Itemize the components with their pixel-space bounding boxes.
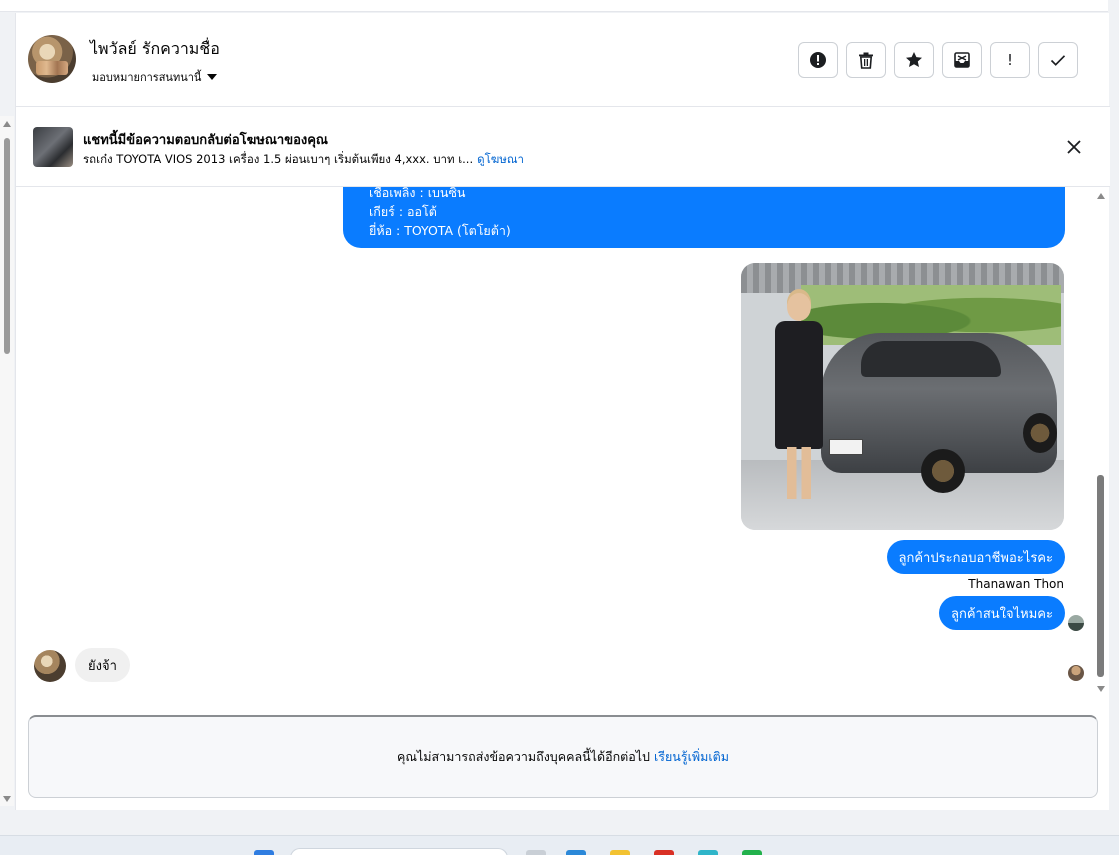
info-line-brand: ยี่ห้อ : TOYOTA (โตโยต้า) [369,223,511,238]
scroll-up-arrow-icon[interactable] [1097,193,1105,199]
outgoing-message-bubble[interactable]: ลูกค้าสนใจไหมคะ [939,596,1065,630]
taskview-icon[interactable] [526,850,546,855]
app-icon[interactable] [566,850,586,855]
view-ad-link[interactable]: ดูโฆษณา [477,152,524,166]
app-icon[interactable] [698,850,718,855]
exclamation-icon: ! [1006,51,1013,69]
caret-down-icon [207,74,218,80]
assign-conversation-label: มอบหมายการสนทนานี้ [92,71,202,84]
left-scrollbar[interactable] [0,116,14,806]
close-icon[interactable] [1064,137,1084,157]
app-icon[interactable] [654,850,674,855]
outgoing-message-bubble[interactable]: ลูกค้าประกอบอาชีพอะไรคะ [886,540,1065,574]
alert-circle-icon [810,52,826,68]
start-icon[interactable] [254,850,274,855]
car-photo-message[interactable] [741,263,1064,530]
window-top-edge [0,0,1108,12]
os-taskbar [0,835,1119,855]
contact-message-avatar[interactable] [34,650,66,682]
taskbar-search[interactable] [290,848,508,855]
delete-button[interactable] [846,42,886,78]
read-receipt-avatar [1068,615,1084,631]
scroll-down-arrow-icon[interactable] [3,796,11,802]
scroll-down-arrow-icon[interactable] [1097,686,1105,692]
incoming-message-bubble[interactable]: ยังจ้า [75,648,130,682]
learn-more-link[interactable]: เรียนรู้เพิ่มเติม [654,747,729,767]
archive-button[interactable] [942,42,982,78]
info-line-gear: เกียร์ : ออโต้ [369,204,437,219]
ad-thumbnail[interactable] [33,127,73,167]
outgoing-car-info-bubble: เชื้อเพลิง : เบนซิน เกียร์ : ออโต้ ยี่ห้… [343,187,1065,248]
ad-description-text: รถเก๋ง TOYOTA VIOS 2013 เครื่อง 1.5 ผ่อน… [83,152,474,166]
contact-avatar[interactable] [28,35,76,83]
folder-icon[interactable] [610,850,630,855]
header-actions: ! [798,42,1078,78]
ad-banner-title: แชทนี้มีข้อความตอบกลับต่อโฆษณาของคุณ [83,133,328,148]
check-icon [1050,55,1066,66]
scroll-up-arrow-icon[interactable] [3,121,11,127]
cannot-message-text: คุณไม่สามารถส่งข้อความถึงบุคคลนี้ได้อีกต… [397,749,650,764]
star-icon [906,52,922,67]
done-button[interactable] [1038,42,1078,78]
info-line-fuel: เชื้อเพลิง : เบนซิน [369,187,466,200]
conversation-panel: ไพวัลย์ รักความชื่อ มอบหมายการสนทนานี้ ! [15,13,1110,810]
message-scrollbar-thumb[interactable] [1097,475,1104,677]
archive-icon [954,52,970,68]
message-scrollbar[interactable] [1094,183,1108,695]
ad-banner-description: รถเก๋ง TOYOTA VIOS 2013 เครื่อง 1.5 ผ่อน… [83,151,524,169]
line-app-icon[interactable] [742,850,762,855]
star-button[interactable] [894,42,934,78]
salesperson-image [771,293,827,503]
flag-button[interactable]: ! [990,42,1030,78]
assign-conversation-dropdown[interactable]: มอบหมายการสนทนานี้ [92,68,218,86]
left-scrollbar-thumb[interactable] [4,138,10,354]
conversation-header: ไพวัลย์ รักความชื่อ มอบหมายการสนทนานี้ ! [16,13,1110,107]
message-list[interactable]: เชื้อเพลิง : เบนซิน เกียร์ : ออโต้ ยี่ห้… [16,187,1110,714]
report-button[interactable] [798,42,838,78]
ad-reply-banner: แชทนี้มีข้อความตอบกลับต่อโฆษณาของคุณ รถเ… [16,107,1110,187]
composer-disabled-notice: คุณไม่สามารถส่งข้อความถึงบุคคลนี้ได้อีกต… [28,715,1098,798]
sender-name: Thanawan Thon [968,577,1064,591]
trash-icon [859,52,873,69]
read-receipt-avatar [1068,665,1084,681]
contact-name[interactable]: ไพวัลย์ รักความชื่อ [90,37,220,62]
